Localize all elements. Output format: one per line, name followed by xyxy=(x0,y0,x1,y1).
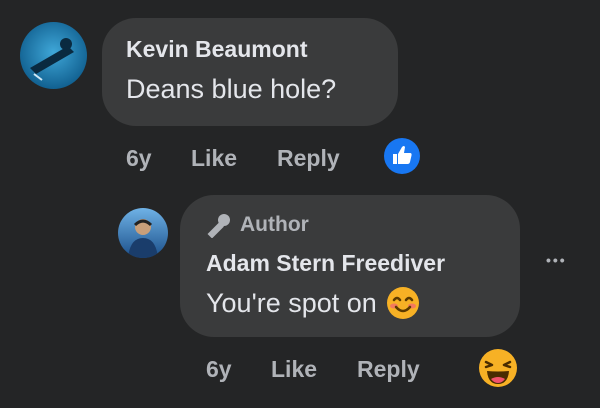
haha-icon[interactable] xyxy=(478,348,518,388)
author-badge: Author xyxy=(206,212,309,238)
comment-text: Deans blue hole? xyxy=(126,74,337,104)
comment-author-name[interactable]: Kevin Beaumont xyxy=(126,36,307,63)
comment-timestamp[interactable]: 6y xyxy=(126,145,152,172)
avatar-adam-stern[interactable] xyxy=(118,208,168,258)
reply-like-button[interactable]: Like xyxy=(271,356,317,383)
reply-text: You're spot on xyxy=(206,286,420,320)
reply-reply-button[interactable]: Reply xyxy=(357,356,420,383)
reply-text-content: You're spot on xyxy=(206,287,377,318)
like-button[interactable]: Like xyxy=(191,145,237,172)
author-badge-label: Author xyxy=(240,213,309,236)
avatar-image xyxy=(20,22,87,89)
reply-author-name[interactable]: Adam Stern Freediver xyxy=(206,250,445,277)
reply-timestamp[interactable]: 6y xyxy=(206,356,232,383)
more-options-button[interactable]: ••• xyxy=(546,252,567,268)
avatar-image xyxy=(118,208,168,258)
reply-button[interactable]: Reply xyxy=(277,145,340,172)
like-icon[interactable] xyxy=(383,137,421,175)
microphone-icon xyxy=(207,214,230,238)
smiling-face-icon xyxy=(386,287,419,319)
avatar-kevin-beaumont[interactable] xyxy=(20,22,87,89)
comment-thread: Kevin Beaumont Deans blue hole? 6y Like … xyxy=(0,0,600,408)
comment-bubble xyxy=(102,18,398,126)
